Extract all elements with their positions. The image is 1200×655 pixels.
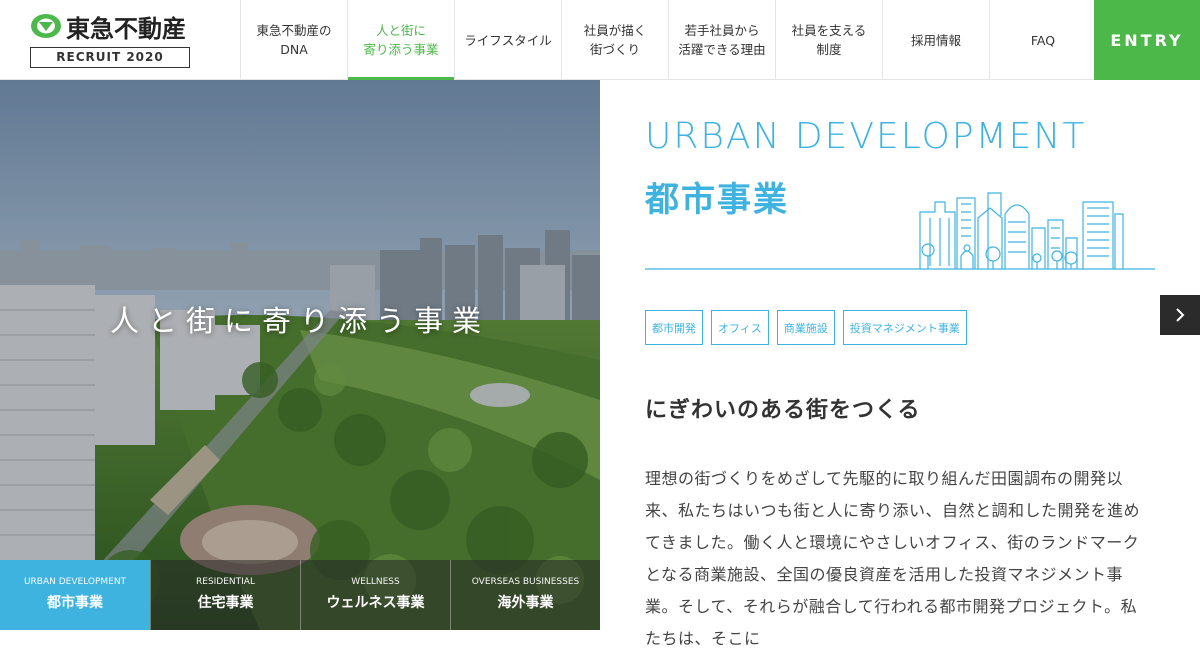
tab-en-label: WELLNESS <box>351 577 400 587</box>
nav-item-townmaking[interactable]: 社員が描く 街づくり <box>561 0 668 80</box>
business-detail: URBAN DEVELOPMENT 都市事業 都市開発 オフィス 商業施設 投資… <box>645 80 1155 648</box>
global-nav: 東急不動産の DNA 人と街に 寄り添う事業 ライフスタイル 社員が描く 街づく… <box>240 0 1096 80</box>
logo[interactable]: 東急不動産 RECRUIT 2020 <box>30 10 190 70</box>
tab-en-label: URBAN DEVELOPMENT <box>23 577 127 587</box>
tab-ja-label: ウェルネス事業 <box>326 595 425 611</box>
tag-urban-development[interactable]: 都市開発 <box>645 310 703 345</box>
tab-ja-label: 海外事業 <box>497 595 554 611</box>
tab-residential[interactable]: RESIDENTIAL 住宅事業 <box>150 560 300 630</box>
tab-overseas[interactable]: OVERSEAS BUSINESSES 海外事業 <box>450 560 600 630</box>
nav-item-faq[interactable]: FAQ <box>989 0 1096 80</box>
tag-commercial[interactable]: 商業施設 <box>776 310 835 345</box>
nav-item-dna[interactable]: 東急不動産の DNA <box>240 0 347 80</box>
nav-item-support-system[interactable]: 社員を支える 制度 <box>775 0 882 80</box>
entry-button[interactable]: ENTRY <box>1094 0 1200 80</box>
city-park-photo <box>0 80 600 630</box>
next-slide-button[interactable] <box>1160 295 1200 335</box>
section-headline: にぎわいのある街をつくる <box>645 398 921 423</box>
tab-en-label: OVERSEAS BUSINESSES <box>471 577 580 587</box>
tag-investment-management[interactable]: 投資マネジメント事業 <box>842 310 967 345</box>
tag-office[interactable]: オフィス <box>711 310 769 345</box>
tab-urban-development[interactable]: URBAN DEVELOPMENT 都市事業 <box>0 560 150 630</box>
nav-item-recruit-info[interactable]: 採用情報 <box>882 0 989 80</box>
section-body-text: 理想の街づくりをめざして先駆的に取り組んだ田園調布の開発以来、私たちはいつも街と… <box>645 469 1141 648</box>
logo-text: 東急不動産 <box>66 14 186 43</box>
skyline-illustration <box>645 192 1155 270</box>
tab-en-label: RESIDENTIAL <box>196 577 255 587</box>
tab-wellness[interactable]: WELLNESS ウェルネス事業 <box>300 560 450 630</box>
recruit-label: RECRUIT 2020 <box>30 47 190 68</box>
tab-ja-label: 都市事業 <box>47 595 103 611</box>
hero-caption: 人と街に寄り添う事業 <box>109 304 490 338</box>
site-header: 東急不動産 RECRUIT 2020 東急不動産の DNA 人と街に 寄り添う事… <box>0 0 1200 80</box>
nav-item-lifestyle[interactable]: ライフスタイル <box>454 0 561 80</box>
tab-ja-label: 住宅事業 <box>197 595 254 611</box>
section-title-en: URBAN DEVELOPMENT <box>645 116 1087 157</box>
category-tags: 都市開発 オフィス 商業施設 投資マネジメント事業 <box>645 310 967 345</box>
nav-item-business[interactable]: 人と街に 寄り添う事業 <box>347 0 454 80</box>
chevron-right-icon <box>1176 308 1185 322</box>
hero-image: 人と街に寄り添う事業 URBAN DEVELOPMENT 都市事業 RESIDE… <box>0 80 600 630</box>
tokyu-logo-icon <box>31 14 61 38</box>
nav-item-young-staff[interactable]: 若手社員から 活躍できる理由 <box>668 0 775 80</box>
business-tabs: URBAN DEVELOPMENT 都市事業 RESIDENTIAL 住宅事業 … <box>0 560 600 630</box>
